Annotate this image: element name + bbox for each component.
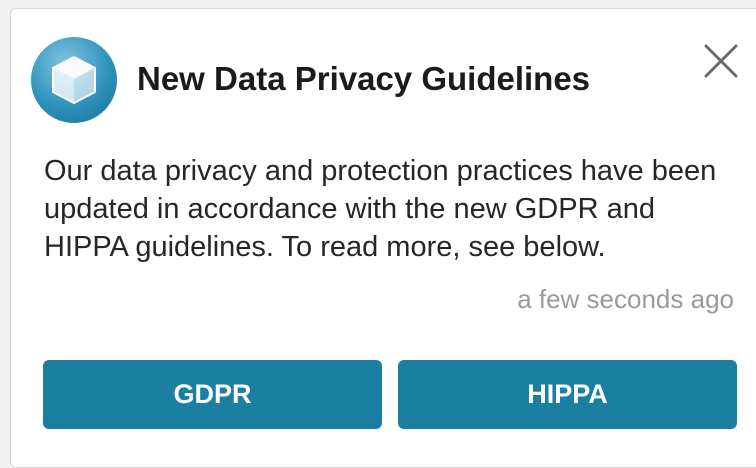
hippa-button[interactable]: HIPPA <box>398 360 737 429</box>
gdpr-button[interactable]: GDPR <box>43 360 382 429</box>
notification-card: New Data Privacy Guidelines Our data pri… <box>10 8 756 468</box>
notification-title: New Data Privacy Guidelines <box>137 60 591 97</box>
app-logo <box>31 37 117 123</box>
close-button[interactable] <box>701 41 741 81</box>
notification-timestamp: a few seconds ago <box>517 284 734 314</box>
close-icon <box>704 44 738 78</box>
cube-icon <box>52 56 96 104</box>
notification-message: Our data privacy and protection practice… <box>44 155 717 263</box>
